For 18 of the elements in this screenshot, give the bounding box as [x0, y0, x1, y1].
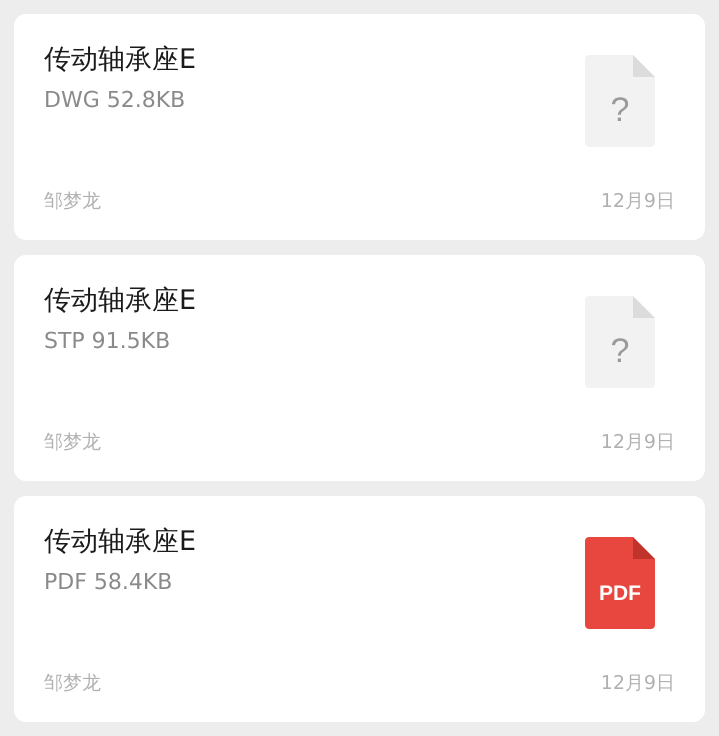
file-icon: ?: [585, 55, 655, 147]
file-date: 12月9日: [600, 189, 675, 214]
file-name: 传动轴承座E: [44, 284, 196, 318]
file-card[interactable]: 传动轴承座E DWG 52.8KB ? 邹梦龙 12月9日: [14, 14, 705, 240]
file-date: 12月9日: [600, 671, 675, 696]
pdf-file-icon: PDF: [585, 537, 655, 629]
file-size: PDF 58.4KB: [44, 569, 174, 597]
file-card[interactable]: 传动轴承座E STP 91.5KB ? 邹梦龙 12月9日: [14, 255, 705, 481]
file-size: STP 91.5KB: [44, 328, 172, 356]
file-name: 传动轴承座E: [44, 43, 196, 77]
sender-name: 邹梦龙: [44, 430, 101, 455]
file-size: DWG 52.8KB: [44, 87, 186, 115]
file-name: 传动轴承座E: [44, 525, 196, 559]
sender-name: 邹梦龙: [44, 189, 101, 214]
file-icon: ?: [585, 296, 655, 388]
file-date: 12月9日: [600, 430, 675, 455]
file-card[interactable]: 传动轴承座E PDF 58.4KB PDF 邹梦龙 12月9日: [14, 496, 705, 722]
sender-name: 邹梦龙: [44, 671, 101, 696]
